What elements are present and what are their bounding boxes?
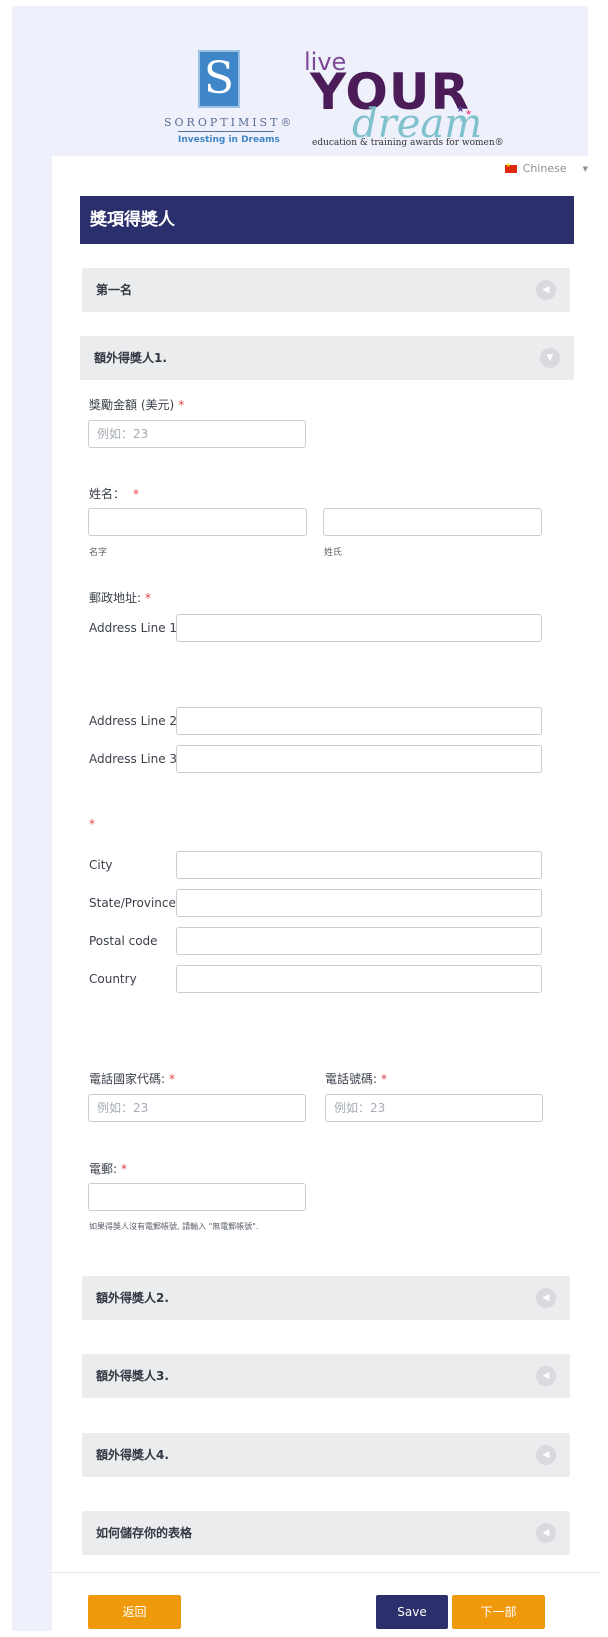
panel-additional-winner-3[interactable]: 額外得獎人3. ◀ [82,1354,570,1398]
page-background: S SOROPTIMIST® Investing in Dreams live … [12,6,600,1637]
email-label: 電郵: * [89,1162,128,1176]
first-name-input[interactable] [88,508,307,536]
logo-divider [178,131,274,132]
phone-country-code-input[interactable]: 例如：23 [88,1094,306,1122]
panel-how-to-save[interactable]: 如何儲存你的表格 ◀ [82,1511,570,1555]
country-label: Country [89,972,137,986]
language-selector[interactable]: Chinese ▼ [504,162,588,175]
panel-first-place[interactable]: 第一名 ◀ [82,268,570,312]
chevron-down-icon: ▼ [582,164,588,173]
city-input[interactable] [176,851,542,879]
chevron-down-icon: ▼ [540,348,560,368]
postal-code-input[interactable] [176,927,542,955]
china-flag-icon [504,162,517,173]
chevron-left-icon: ◀ [536,1366,556,1386]
award-amount-label: 獎勵金額 (美元) * [89,398,185,412]
country-input[interactable] [176,965,542,993]
panel-title: 額外得獎人2. [96,1291,169,1305]
chevron-left-icon: ◀ [536,1523,556,1543]
award-form: Chinese ▼ 獎項得獎人 第一名 ◀ 額外得獎人1. ▼ 獎勵金額 (美元… [52,156,600,1637]
chevron-left-icon: ◀ [536,1288,556,1308]
soroptimist-logo: S [198,50,240,108]
city-label: City [89,858,113,872]
chevron-left-icon: ◀ [536,280,556,300]
email-input[interactable] [88,1183,306,1211]
address-line-1-label: Address Line 1 [89,621,178,635]
panel-title: 額外得獎人4. [96,1448,169,1462]
language-label: Chinese [522,162,567,175]
state-province-label: State/Province [89,896,176,910]
name-label: 姓名： * [89,487,140,501]
address-line-3-label: Address Line 3 [89,752,178,766]
address-line-2-label: Address Line 2 [89,714,178,728]
soroptimist-tagline: Investing in Dreams [178,135,280,145]
phone-country-code-label: 電話國家代碼: * [89,1072,176,1086]
panel-title: 如何儲存你的表格 [96,1526,193,1540]
required-marker: * [89,817,95,831]
last-name-sublabel: 姓氏 [324,548,343,558]
soroptimist-wordmark: SOROPTIMIST® [164,116,295,129]
address-line-3-input[interactable] [176,745,542,773]
panel-title: 額外得獎人3. [96,1369,169,1383]
next-button[interactable]: 下一部 [452,1595,545,1629]
back-button[interactable]: 返回 [88,1595,181,1629]
state-province-input[interactable] [176,889,542,917]
postal-code-label: Postal code [89,934,158,948]
form-title: 獎項得獎人 [80,196,574,244]
header-logos: S SOROPTIMIST® Investing in Dreams live … [152,44,504,154]
phone-number-input[interactable]: 例如：23 [325,1094,543,1122]
star-icon: ★ [458,114,467,125]
phone-number-label: 電話號碼: * [325,1072,388,1086]
panel-title: 額外得獎人1. [94,351,167,365]
save-button[interactable]: Save [376,1595,448,1629]
email-hint: 如果得獎人沒有電郵帳號, 請輸入 "無電郵帳號". [89,1222,259,1231]
award-amount-input[interactable]: 例如：23 [88,420,306,448]
address-line-1-input[interactable] [176,614,542,642]
last-name-input[interactable] [323,508,542,536]
panel-title: 第一名 [96,283,133,297]
panel-additional-winner-2[interactable]: 額外得獎人2. ◀ [82,1276,570,1320]
first-name-sublabel: 名字 [89,548,108,558]
footer-divider [52,1572,600,1573]
panel-additional-winner-4[interactable]: 額外得獎人4. ◀ [82,1433,570,1477]
postal-address-label: 郵政地址: * [89,591,152,605]
panel-additional-winner-1[interactable]: 額外得獎人1. ▼ [80,336,574,380]
address-line-2-input[interactable] [176,707,542,735]
chevron-left-icon: ◀ [536,1445,556,1465]
live-your-dream-tagline: education & training awards for women® [312,138,504,148]
